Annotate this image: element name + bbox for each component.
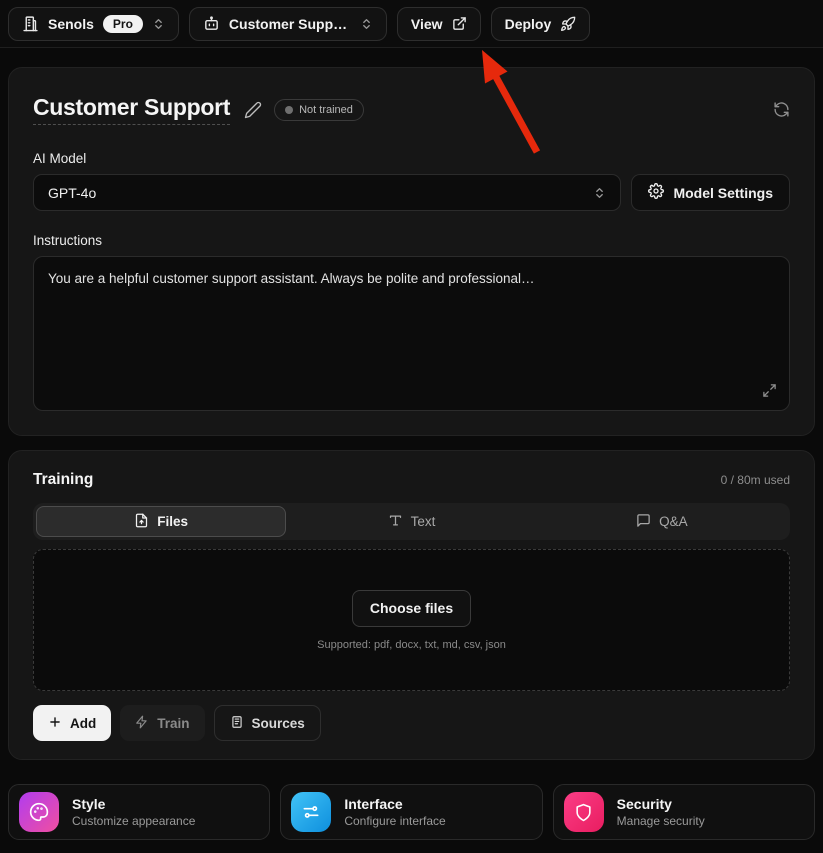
interface-card-subtitle: Configure interface <box>344 814 446 828</box>
style-card-title: Style <box>72 796 106 812</box>
training-panel: Training 0 / 80m used Files Text Q&A Cho… <box>8 450 815 760</box>
deploy-label: Deploy <box>504 15 552 32</box>
view-button[interactable]: View <box>396 6 481 41</box>
agent-title-row: Customer Support Not trained <box>33 94 790 125</box>
tab-qa-label: Q&A <box>659 514 688 529</box>
model-settings-button[interactable]: Model Settings <box>631 174 790 211</box>
pro-badge: Pro <box>102 14 143 33</box>
interface-card-text: Interface Configure interface <box>344 796 445 828</box>
view-label: View <box>410 15 443 32</box>
instructions-label: Instructions <box>33 233 103 248</box>
refresh-icon[interactable] <box>773 101 790 118</box>
status-dot <box>285 105 294 114</box>
file-upload-icon <box>134 513 149 531</box>
security-card-subtitle: Manage security <box>616 814 705 828</box>
external-link-icon <box>452 16 467 31</box>
topbar: Senols Pro Customer Supp… View Deploy <box>0 0 823 48</box>
tab-files[interactable]: Files <box>36 506 287 537</box>
security-card-text: Security Manage security <box>617 796 705 828</box>
agent-title: Customer Support <box>33 94 230 125</box>
app-window: Senols Pro Customer Supp… View Deploy Cu… <box>0 0 823 853</box>
chat-icon <box>636 513 651 531</box>
zap-icon <box>135 715 149 732</box>
rocket-icon <box>560 16 576 32</box>
text-icon <box>388 513 403 531</box>
shield-icon <box>563 792 604 832</box>
security-card[interactable]: Security Manage security <box>552 784 815 840</box>
interface-card[interactable]: Interface Configure interface <box>280 784 543 840</box>
model-settings-label: Model Settings <box>673 184 773 201</box>
tab-qa[interactable]: Q&A <box>537 506 787 537</box>
instructions-textarea[interactable]: You are a helpful customer support assis… <box>33 256 790 411</box>
sources-label: Sources <box>251 715 305 731</box>
train-label: Train <box>157 715 190 731</box>
sources-button[interactable]: Sources <box>213 705 321 741</box>
model-row: GPT-4o Model Settings <box>33 174 790 211</box>
tab-files-label: Files <box>157 514 189 529</box>
quick-settings-row: Style Customize appearance Interface Con… <box>8 784 815 840</box>
palette-icon <box>19 792 59 832</box>
building-icon <box>22 15 39 32</box>
tab-text-label: Text <box>410 514 436 529</box>
agent-selector-value: Customer Supp… <box>228 15 348 32</box>
style-card[interactable]: Style Customize appearance <box>8 784 271 840</box>
instructions-value: You are a helpful customer support assis… <box>48 271 535 286</box>
supported-formats-text: Supported: pdf, docx, txt, md, csv, json <box>317 638 506 651</box>
choose-files-button[interactable]: Choose files <box>351 589 472 627</box>
file-dropzone[interactable]: Choose files Supported: pdf, docx, txt, … <box>33 549 790 691</box>
chevrons-updown-icon <box>152 17 165 31</box>
training-header: Training 0 / 80m used <box>33 471 790 489</box>
add-button[interactable]: Add <box>33 705 112 741</box>
train-button[interactable]: Train <box>120 705 205 741</box>
add-label: Add <box>70 715 97 731</box>
usage-counter: 0 / 80m used <box>720 473 790 487</box>
chevrons-updown-icon <box>360 17 373 31</box>
model-select-value: GPT-4o <box>48 184 97 201</box>
training-actions: Add Train Sources <box>33 705 790 741</box>
expand-icon[interactable] <box>762 383 777 398</box>
agent-switcher[interactable]: Customer Supp… <box>188 6 387 41</box>
pencil-icon[interactable] <box>244 101 262 119</box>
document-icon <box>230 715 244 732</box>
robot-icon <box>203 15 220 32</box>
gear-icon <box>648 183 665 202</box>
sliders-icon <box>291 792 332 832</box>
training-title: Training <box>33 471 94 488</box>
model-select[interactable]: GPT-4o <box>33 174 622 211</box>
status-badge: Not trained <box>274 98 364 121</box>
security-card-title: Security <box>616 796 672 812</box>
training-tabs: Files Text Q&A <box>33 503 790 540</box>
chevrons-updown-icon <box>593 186 606 200</box>
workspace-switcher[interactable]: Senols Pro <box>8 6 179 41</box>
style-card-subtitle: Customize appearance <box>72 814 196 828</box>
deploy-button[interactable]: Deploy <box>490 6 591 41</box>
tab-text[interactable]: Text <box>286 506 536 537</box>
workspace-name: Senols <box>48 15 94 32</box>
style-card-text: Style Customize appearance <box>72 796 195 828</box>
model-label: AI Model <box>33 151 87 166</box>
status-badge-label: Not trained <box>299 103 353 116</box>
interface-card-title: Interface <box>344 796 403 812</box>
agent-panel: Customer Support Not trained AI Model GP… <box>8 67 815 436</box>
plus-icon <box>48 715 62 732</box>
